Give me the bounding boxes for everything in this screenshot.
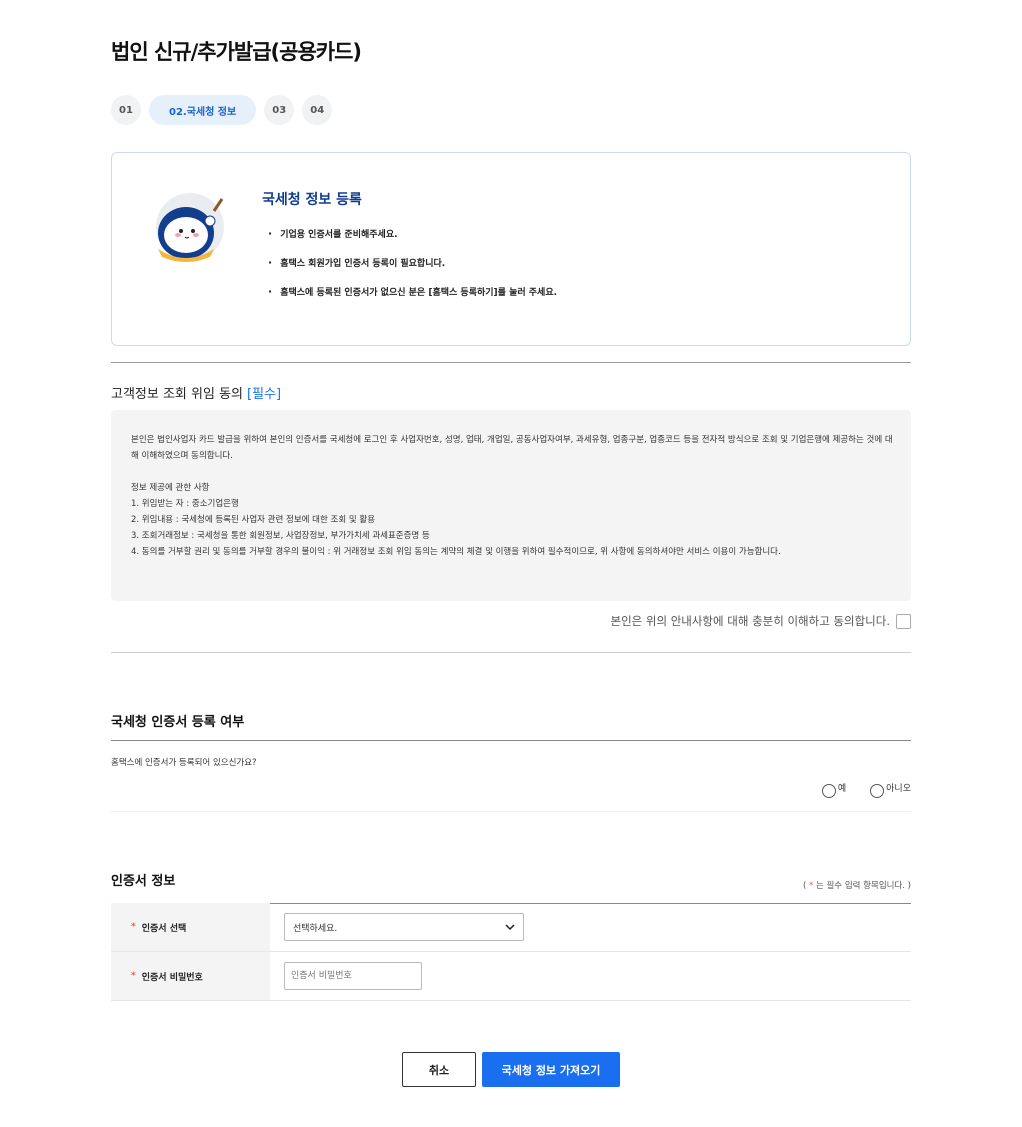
agree-checkbox[interactable] (896, 613, 911, 629)
chevron-down-icon (505, 924, 515, 930)
cert-form: * 인증서 선택 선택하세요. * 인증서 비밀번호 (111, 903, 911, 1001)
intro-title: 국세청 정보 등록 (262, 192, 362, 208)
form-label: * 인증서 비밀번호 (111, 952, 270, 1000)
consent-item: 2. 위임내용 : 국세청에 등록된 사업자 관련 정보에 대한 조회 및 활용 (131, 515, 376, 525)
divider (111, 652, 911, 653)
divider (111, 811, 911, 812)
cancel-button[interactable]: 취소 (402, 1052, 476, 1087)
page-title: 법인 신규/추가발급(공용카드) (111, 40, 362, 64)
cert-select-label: 인증서 선택 (141, 923, 187, 934)
section-divider (111, 740, 911, 741)
step-1: 01 (111, 95, 141, 125)
form-row-cert-select: * 인증서 선택 선택하세요. (111, 903, 911, 952)
consent-title: 고객정보 조회 위임 동의 [필수] (111, 383, 281, 402)
mascot-character-icon (156, 193, 224, 262)
cert-password-input[interactable] (284, 962, 422, 990)
cert-password-label: 인증서 비밀번호 (141, 972, 203, 983)
radio-circle[interactable] (870, 784, 885, 798)
required-note-prefix: ( (802, 881, 807, 891)
consent-paragraph: 본인은 법인사업자 카드 발급을 위하여 본인의 인증서를 국세청에 로그인 후… (131, 435, 893, 461)
form-label: * 인증서 선택 (111, 903, 270, 951)
step-3: 03 (264, 95, 295, 125)
intro-item: 홈택스 회원가입 인증서 등록이 필요합니다. (268, 256, 557, 285)
step-2-active: 02.국세청 정보 (149, 95, 257, 125)
hometax-radio-group: 예 아니오 (821, 781, 911, 798)
consent-list-heading: 정보 제공에 관한 사항 (131, 483, 210, 493)
hometax-question: 홈택스에 인증서가 등록되어 있으신가요? (111, 758, 257, 768)
required-label: [필수] (247, 387, 282, 402)
consent-title-text: 고객정보 조회 위임 동의 (111, 387, 243, 402)
required-note: ( * 는 필수 입력 항목입니다. ) (803, 879, 911, 891)
radio-yes-label: 예 (837, 784, 847, 794)
consent-text: 본인은 법인사업자 카드 발급을 위하여 본인의 인증서를 국세청에 로그인 후… (131, 432, 893, 560)
form-row-cert-password: * 인증서 비밀번호 (111, 952, 911, 1001)
radio-circle[interactable] (821, 784, 836, 798)
form-cell (270, 952, 911, 1000)
consent-item: 3. 조회거래정보 : 국세청을 통한 회원정보, 사업장정보, 부가가치세 과… (131, 531, 430, 541)
step-indicator: 01 02.국세청 정보 03 04 (111, 95, 333, 125)
consent-box: 본인은 법인사업자 카드 발급을 위하여 본인의 인증서를 국세청에 로그인 후… (111, 410, 911, 601)
agree-label: 본인은 위의 안내사항에 대해 충분히 이해하고 동의합니다. (610, 614, 890, 628)
cert-select[interactable]: 선택하세요. (284, 913, 524, 941)
required-star: * (809, 881, 814, 891)
intro-item: 기업용 인증서를 준비해주세요. (268, 227, 557, 256)
intro-list: 기업용 인증서를 준비해주세요. 홈택스 회원가입 인증서 등록이 필요합니다.… (268, 227, 557, 314)
intro-box: 국세청 정보 등록 기업용 인증서를 준비해주세요. 홈택스 회원가입 인증서 … (111, 152, 911, 346)
consent-item: 1. 위임받는 자 : 중소기업은행 (131, 499, 239, 509)
required-note-suffix: 는 필수 입력 항목입니다. ) (815, 881, 911, 891)
radio-no-label: 아니오 (886, 784, 911, 794)
required-star: * (131, 971, 136, 981)
cert-select-value: 선택하세요. (293, 923, 338, 934)
divider (111, 362, 911, 363)
cert-section-title: 인증서 정보 (111, 874, 176, 889)
consent-item: 4. 동의를 거부할 권리 및 동의를 거부할 경우의 불이익 : 위 거래정보… (131, 547, 781, 557)
button-group: 취소 국세청 정보 가져오기 (402, 1052, 620, 1087)
hometax-section-title: 국세청 인증서 등록 여부 (111, 715, 245, 730)
radio-no[interactable]: 아니오 (870, 781, 911, 798)
agree-row: 본인은 위의 안내사항에 대해 충분히 이해하고 동의합니다. (610, 613, 911, 629)
form-cell: 선택하세요. (270, 903, 911, 951)
fetch-nts-info-button[interactable]: 국세청 정보 가져오기 (482, 1052, 620, 1087)
intro-item: 홈택스에 등록된 인증서가 없으신 분은 [홈택스 등록하기]를 눌러 주세요. (268, 285, 557, 314)
radio-yes[interactable]: 예 (821, 781, 847, 798)
required-star: * (131, 922, 136, 932)
step-4: 04 (302, 95, 333, 125)
